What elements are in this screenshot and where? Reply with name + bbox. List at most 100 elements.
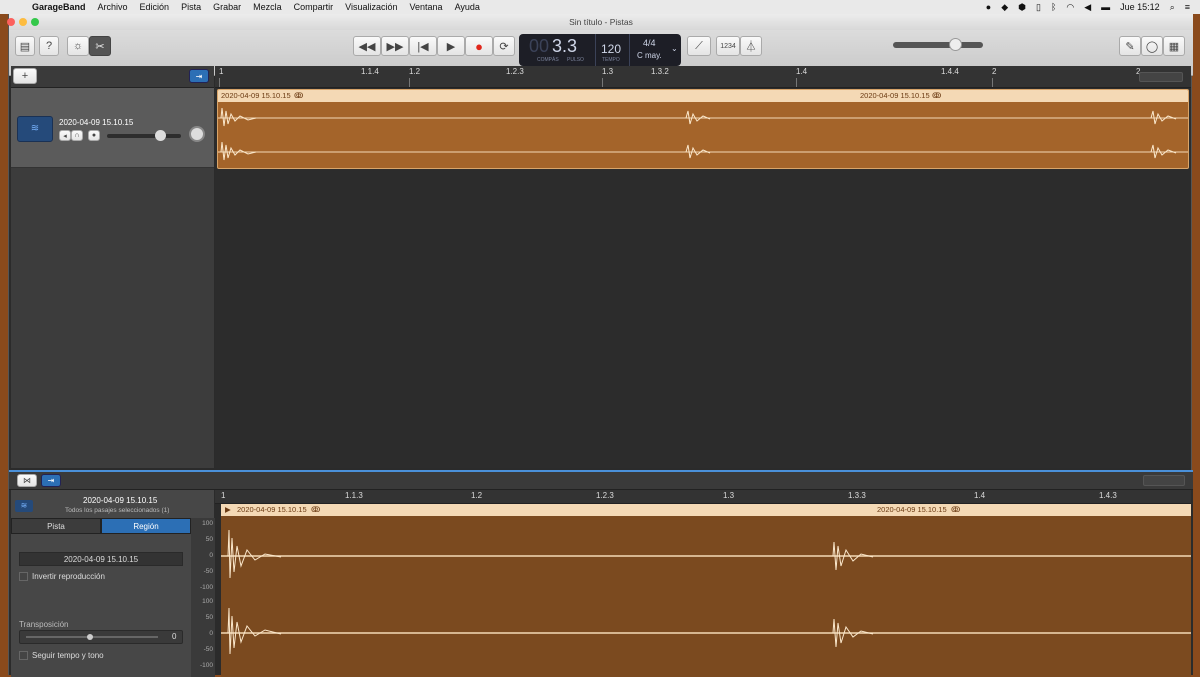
loop-icon: ◯: [1145, 40, 1159, 53]
menu-ventana[interactable]: Ventana: [410, 2, 443, 12]
region-name-2: 2020-04-09 15.10.15: [860, 91, 930, 100]
ruler-tick: 1.3.2: [651, 67, 669, 76]
editor-ruler[interactable]: 1 1.1.3 1.2 1.2.3 1.3 1.3.3 1.4 1.4.3: [215, 490, 1191, 504]
close-window-button[interactable]: [7, 18, 15, 26]
lcd-dropdown-icon[interactable]: ⌄: [671, 44, 678, 53]
scale-label: 100: [202, 520, 213, 527]
menu-compartir[interactable]: Compartir: [294, 2, 334, 12]
play-button[interactable]: ▶: [437, 36, 465, 56]
lcd-position-dim: 00: [529, 36, 550, 56]
reverse-checkbox[interactable]: [19, 572, 28, 581]
record-enable-button[interactable]: ●: [88, 130, 100, 141]
count-in-button[interactable]: 1234: [716, 36, 740, 56]
transpose-slider[interactable]: 0: [19, 630, 183, 644]
ruler-line: [409, 78, 410, 87]
ruler-tick: 1.4: [796, 67, 808, 76]
editor-zoom-slider[interactable]: [1143, 475, 1185, 486]
smart-controls-button[interactable]: ☼: [67, 36, 89, 56]
add-track-button[interactable]: +: [13, 68, 37, 84]
tab-pista[interactable]: Pista: [11, 518, 101, 534]
loop-icon: ↂ: [294, 91, 304, 100]
scissors-icon: ✂: [95, 40, 105, 53]
ruler-line: [796, 78, 797, 87]
zoom-window-button[interactable]: [31, 18, 39, 26]
fast-forward-button[interactable]: ▶▶: [381, 36, 409, 56]
track-volume-knob[interactable]: [155, 130, 166, 141]
menu-ayuda[interactable]: Ayuda: [455, 2, 480, 12]
follow-tempo-checkbox[interactable]: [19, 651, 28, 660]
shield-icon[interactable]: ⬢: [1018, 2, 1026, 13]
master-volume-knob[interactable]: [949, 38, 962, 51]
loop-icon: ↂ: [951, 505, 961, 514]
menu-grabar[interactable]: Grabar: [213, 2, 241, 12]
play-region-icon[interactable]: ▶: [225, 504, 231, 516]
scale-label: 0: [209, 552, 213, 559]
lcd-divider: [595, 34, 596, 66]
lcd-position: 3.3: [552, 36, 578, 56]
dropbox-icon[interactable]: ◆: [1001, 2, 1008, 13]
lcd-key: C may.: [637, 51, 662, 60]
help-button[interactable]: ?: [39, 36, 59, 56]
audio-region[interactable]: 2020-04-09 15.10.15 ↂ 2020-04-09 15.10.1…: [217, 89, 1189, 169]
menu-edicion[interactable]: Edición: [140, 2, 170, 12]
ruler-tick: 1.2.3: [596, 491, 614, 500]
loop-browser-button[interactable]: ◯: [1141, 36, 1163, 56]
lcd-display[interactable]: 00 3.3 COMPÁS PULSO 120 TEMPO 4/4 C may.…: [519, 34, 681, 66]
menubar-clock[interactable]: Jue 15:12: [1120, 2, 1160, 12]
scale-label: 0: [209, 630, 213, 637]
record-status-icon[interactable]: ●: [986, 2, 991, 12]
go-to-beginning-button[interactable]: |◀: [409, 36, 437, 56]
track-name[interactable]: 2020-04-09 15.10.15: [59, 118, 133, 127]
ruler-tick: 1.3.3: [848, 491, 866, 500]
bluetooth-icon[interactable]: ᛒ: [1051, 2, 1056, 12]
phone-icon[interactable]: ▯: [1036, 2, 1041, 13]
scale-label: -50: [203, 646, 213, 653]
ruler-tick: 1.1.4: [361, 67, 379, 76]
rewind-button[interactable]: ◀◀: [353, 36, 381, 56]
timeline-ruler[interactable]: 1 1.1.4 1.2 1.2.3 1.3 1.3.2 1.4 1.4.4 2 …: [215, 66, 1191, 88]
region-name-field[interactable]: 2020-04-09 15.10.15: [19, 552, 183, 566]
menu-archivo[interactable]: Archivo: [98, 2, 128, 12]
menu-pista[interactable]: Pista: [181, 2, 201, 12]
track-header[interactable]: ≋ 2020-04-09 15.10.15 ◂ ∩ ●: [11, 88, 214, 168]
menu-list-icon[interactable]: ≡: [1185, 2, 1190, 12]
zoom-slider[interactable]: [1139, 72, 1183, 82]
library-button[interactable]: ▤: [15, 36, 35, 56]
cycle-button[interactable]: ⟳: [493, 36, 515, 56]
notepad-icon: ✎: [1125, 40, 1135, 53]
wifi-icon[interactable]: ◠: [1066, 2, 1074, 13]
lcd-divider-2: [629, 34, 630, 66]
tracks-area[interactable]: 2020-04-09 15.10.15 ↂ 2020-04-09 15.10.1…: [215, 88, 1191, 468]
mute-button[interactable]: ◂: [59, 130, 71, 141]
editor-catch-button[interactable]: ⇥: [41, 474, 61, 487]
catch-icon: ⇥: [47, 476, 55, 485]
tab-region[interactable]: Región: [101, 518, 191, 534]
search-icon[interactable]: ⌕: [1170, 2, 1175, 13]
lcd-tempo: 120: [601, 42, 622, 56]
ruler-tick: 1.2: [409, 67, 421, 76]
editor-split-button[interactable]: ⋈: [17, 474, 37, 487]
record-button[interactable]: ●: [465, 36, 493, 56]
menu-visualizacion[interactable]: Visualización: [345, 2, 397, 12]
volume-icon[interactable]: ◀: [1084, 2, 1091, 13]
master-volume-slider[interactable]: [893, 42, 983, 48]
tab-region-label: Región: [133, 521, 159, 531]
editors-button[interactable]: ✂: [89, 36, 111, 56]
media-browser-button[interactable]: ▦: [1163, 36, 1185, 56]
solo-button[interactable]: ∩: [71, 130, 83, 141]
ruler-tick: 1.3: [723, 491, 735, 500]
metronome-button[interactable]: ⏃: [740, 36, 762, 56]
notepad-button[interactable]: ✎: [1119, 36, 1141, 56]
catch-mode-button[interactable]: ⇥: [189, 69, 209, 83]
menu-mezcla[interactable]: Mezcla: [253, 2, 282, 12]
flag-icon[interactable]: ▬: [1101, 2, 1110, 12]
pan-knob[interactable]: [189, 126, 205, 142]
minimize-window-button[interactable]: [19, 18, 27, 26]
menu-garageband[interactable]: GarageBand: [32, 2, 86, 12]
track-volume-slider[interactable]: [107, 134, 181, 138]
region-header: 2020-04-09 15.10.15 ↂ 2020-04-09 15.10.1…: [218, 90, 1188, 102]
editor-region[interactable]: ▶ 2020-04-09 15.10.15 ↂ 2020-04-09 15.10…: [221, 504, 1191, 677]
tuner-button[interactable]: ⟋: [687, 36, 711, 56]
region-name: 2020-04-09 15.10.15: [221, 91, 291, 100]
transpose-knob[interactable]: [87, 634, 93, 640]
